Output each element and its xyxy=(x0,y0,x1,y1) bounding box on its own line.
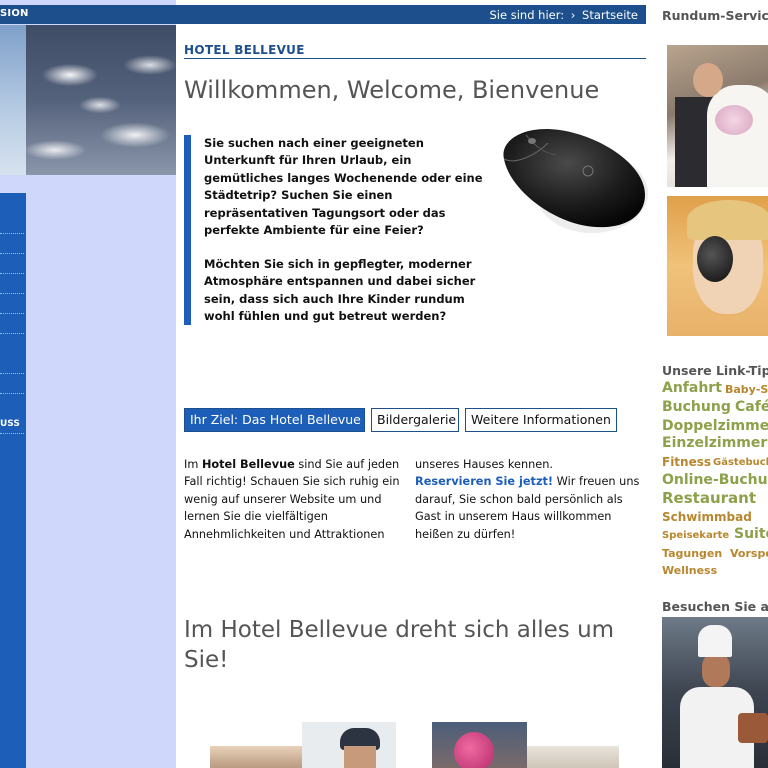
photo-face-shape xyxy=(702,653,730,687)
tag-link[interactable]: Speisekarte xyxy=(662,530,729,541)
tag-link[interactable]: Gästebuch xyxy=(713,457,768,468)
page-title: Willkommen, Welcome, Bienvenue xyxy=(184,76,600,104)
tag-link[interactable]: Café xyxy=(735,399,768,415)
col-a-text-pre: Im xyxy=(184,458,202,471)
photo-ball-shape xyxy=(454,732,494,768)
photo-flowers-shape xyxy=(715,105,753,135)
tag-link[interactable]: Fitness xyxy=(662,455,711,469)
sidebar-nav[interactable] xyxy=(0,193,26,768)
sidebar-nav-item[interactable] xyxy=(0,433,24,434)
sidebar-nav-item[interactable] xyxy=(0,333,24,334)
photo-hair-shape xyxy=(687,200,768,240)
photo-food-shape xyxy=(738,713,768,743)
breadcrumb-separator-icon: › xyxy=(570,8,576,22)
sidebar-nav-item[interactable] xyxy=(0,293,24,294)
tag-link[interactable]: Suite xyxy=(734,526,768,542)
tab-bildergalerie[interactable]: Bildergalerie xyxy=(371,408,459,432)
header-sky-image xyxy=(0,25,176,175)
intro-paragraph-1: Sie suchen nach einer geeigneten Unterku… xyxy=(204,136,483,238)
sidebar-nav-item[interactable] xyxy=(0,253,24,254)
content-column-right: unseres Hauses kennen. Reservieren Sie je… xyxy=(415,456,640,543)
photo-dress-shape xyxy=(707,85,768,187)
intro-accent-bar xyxy=(184,135,191,325)
link-tips-title: Unsere Link-Tipps xyxy=(662,363,768,378)
gallery-photo-2[interactable] xyxy=(302,722,396,768)
tag-link[interactable]: Baby-Service xyxy=(725,383,768,396)
sidebar-nav-item[interactable] xyxy=(0,233,24,234)
computer-mouse-image xyxy=(503,129,648,233)
sidebar-nav-item[interactable] xyxy=(0,373,24,374)
visit-title: Besuchen Sie auch xyxy=(662,599,768,614)
service-title: Rundum-Service für Sie! xyxy=(662,8,768,23)
sidebar-nav-item[interactable] xyxy=(0,313,24,314)
section-headline: Im Hotel Bellevue dreht sich alles um Si… xyxy=(184,617,615,673)
tag-link[interactable]: Buchung xyxy=(662,399,731,415)
tag-link[interactable]: Online-Buchung xyxy=(662,472,768,488)
top-bar-left-label: SION xyxy=(0,8,29,19)
tag-link[interactable]: Schwimmbad xyxy=(662,510,752,524)
gallery-photo-1[interactable] xyxy=(210,746,302,768)
reserve-now-link[interactable]: Reservieren Sie jetzt! xyxy=(415,475,553,488)
sidebar-nav-item[interactable] xyxy=(0,393,24,394)
gallery-photo-3[interactable] xyxy=(432,722,527,768)
title-divider xyxy=(184,58,646,59)
tag-link[interactable]: Wellness xyxy=(662,564,717,577)
tab-hotel-bellevue[interactable]: Ihr Ziel: Das Hotel Bellevue xyxy=(184,408,365,432)
wedding-photo xyxy=(667,45,768,187)
tag-link[interactable]: Tagungen xyxy=(662,547,722,560)
tag-link[interactable]: Restaurant xyxy=(662,489,756,507)
top-bar-left: SION xyxy=(0,5,176,24)
sidebar-nav-label[interactable]: USS xyxy=(0,419,20,429)
tag-link[interactable]: Vorspeisen xyxy=(730,547,768,560)
photo-head-shape xyxy=(693,63,723,97)
header-sky-left-strip xyxy=(0,25,26,175)
tab-weitere-informationen[interactable]: Weitere Informationen xyxy=(465,408,617,432)
tag-link[interactable]: Einzelzimmer xyxy=(662,435,767,451)
photo-hat-shape xyxy=(698,625,732,657)
breadcrumb-label: Sie sind hier: xyxy=(489,8,565,22)
tag-link[interactable]: Anfahrt xyxy=(662,380,722,396)
content-column-left: Im Hotel Bellevue sind Sie auf jeden Fal… xyxy=(184,456,409,543)
intro-paragraph-2: Möchten Sie sich in gepflegter, moderner… xyxy=(204,257,476,324)
col-a-hotel-name: Hotel Bellevue xyxy=(201,458,295,471)
sidebar-nav-item[interactable] xyxy=(0,273,24,274)
photo-face-shape xyxy=(344,746,376,768)
gallery-photo-4[interactable] xyxy=(527,746,619,768)
chef-photo xyxy=(662,617,768,768)
hotel-title: HOTEL BELLEVUE xyxy=(184,43,305,57)
tag-cloud: Anfahrt Baby-Service Buchung Café Doppel… xyxy=(662,380,768,580)
top-nav-bar: Sie sind hier: › Startseite xyxy=(176,5,646,24)
col-b-text-pre: unseres Hauses kennen. xyxy=(415,458,553,471)
breadcrumb: Sie sind hier: › Startseite xyxy=(490,8,639,22)
wellness-photo xyxy=(667,196,768,336)
breadcrumb-home-link[interactable]: Startseite xyxy=(582,8,638,22)
photo-mirror-shape xyxy=(697,236,733,282)
tag-link[interactable]: Doppelzimmer xyxy=(662,418,768,434)
